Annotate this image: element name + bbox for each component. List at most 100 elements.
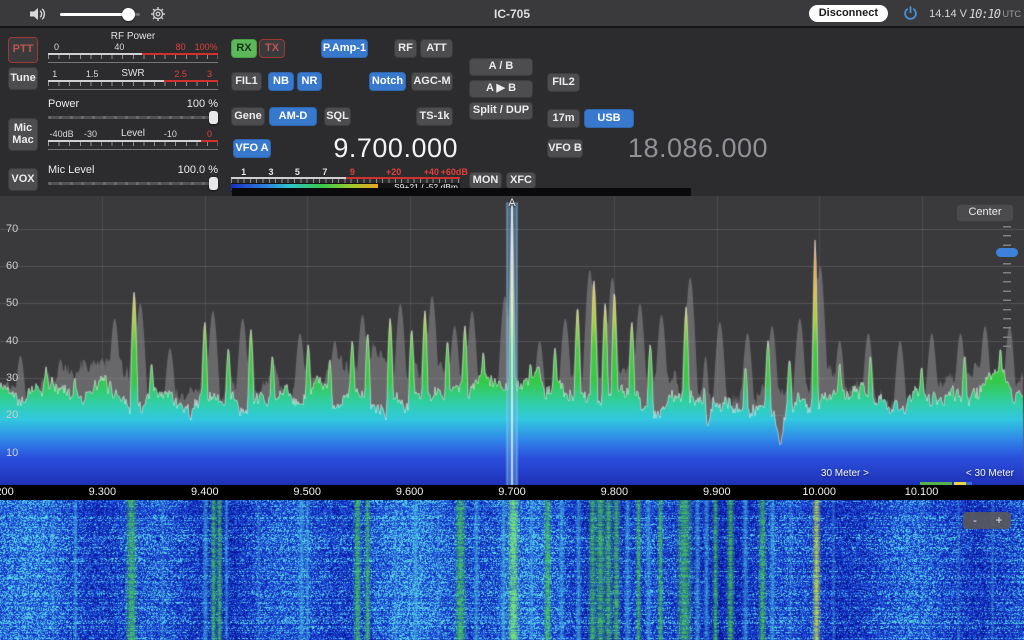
frequency-tick-label: 10.100 — [905, 486, 939, 498]
smeter-scale-labels: 13579+20+40+60dB — [231, 167, 460, 177]
frequency-tick-label: 9.900 — [703, 486, 731, 498]
band-edge-left-label: 30 Meter > — [821, 468, 869, 479]
frequency-tick-label: 10.000 — [802, 486, 836, 498]
mic-level-label: Mic Level — [48, 164, 94, 176]
power-slider[interactable] — [48, 111, 218, 124]
swr-meter-labels: 11.52.53 — [48, 69, 218, 79]
level-meter-labels: -40dB -30 -10 0 — [48, 129, 218, 139]
mode-b-button[interactable]: USB — [584, 109, 634, 128]
spectrum-display: 70605040302010 A Center 30 Meter > < 30 … — [0, 196, 1024, 485]
smeter-scale-label: +40 — [424, 167, 439, 177]
ts-button[interactable]: TS-1k — [416, 107, 453, 126]
tune-button[interactable]: Tune — [8, 67, 38, 90]
frequency-axis[interactable]: 9.2009.3009.4009.5009.6009.7009.8009.900… — [0, 485, 1024, 500]
level-scale-label: -40dB — [50, 129, 74, 139]
rf-power-meter-bar — [48, 62, 218, 63]
split-dup-button[interactable]: Split / DUP — [469, 102, 533, 120]
band-button[interactable]: 17m — [547, 109, 580, 128]
level-scale-label: -10 — [164, 129, 177, 139]
reference-level-slider[interactable] — [994, 226, 1020, 354]
tx-audio-panel: PTT Tune Mic Mac VOX RF Power 04080100% … — [0, 28, 228, 196]
vfo-b-frequency[interactable]: 18.086.000 — [613, 133, 783, 164]
db-tick-label: 50 — [6, 297, 18, 309]
frequency-tick-label: 9.400 — [191, 486, 219, 498]
smeter-scale-label: 3 — [269, 167, 274, 177]
waterfall-canvas[interactable] — [0, 500, 1024, 640]
mic-mac-line2: Mac — [12, 135, 33, 147]
ptt-button[interactable]: PTT — [8, 37, 38, 63]
db-tick-label: 30 — [6, 372, 18, 384]
vfo-a-button[interactable]: VFO A — [233, 139, 271, 158]
rf-power-scale-label: 40 — [114, 42, 124, 52]
smeter-scale-label: 1 — [241, 167, 246, 177]
timezone-label: UTC — [1003, 9, 1022, 19]
sql-button[interactable]: SQL — [324, 107, 351, 126]
mic-level-row: Mic Level 100.0 % — [48, 164, 218, 175]
vfo-b-button[interactable]: VFO B — [547, 139, 583, 158]
power-slider-row: Power 100 % — [48, 98, 218, 109]
rf-power-meter-scale — [48, 53, 218, 60]
gene-button[interactable]: Gene — [231, 107, 265, 126]
waterfall-zoom-out-button[interactable]: - — [963, 512, 987, 529]
band-edge-right-label: < 30 Meter — [966, 468, 1014, 479]
clock-display: 10:10 — [969, 7, 1000, 21]
mic-level-value: 100.0 % — [178, 164, 218, 176]
frequency-tick-label: 9.600 — [396, 486, 424, 498]
frequency-tick-label: 9.700 — [498, 486, 526, 498]
reference-level-knob[interactable] — [996, 248, 1018, 257]
panel-separator — [232, 188, 691, 196]
swr-scale-label: 1 — [52, 69, 57, 79]
rig-control-panel: RX TX P.Amp-1 RF ATT FIL1 NB NR Notch AG… — [228, 28, 1024, 196]
top-toolbar: IC-705 Disconnect 14.14 V 10:10 UTC — [0, 0, 1024, 28]
frequency-tick-label: 9.800 — [601, 486, 629, 498]
rf-button[interactable]: RF — [394, 39, 417, 58]
power-slider-knob[interactable] — [209, 111, 218, 124]
db-tick-label: 10 — [6, 447, 18, 459]
a-to-b-button[interactable]: A ▶ B — [469, 80, 533, 98]
nr-button[interactable]: NR — [297, 72, 322, 91]
notch-button[interactable]: Notch — [369, 72, 406, 91]
swr-meter-bar — [48, 89, 218, 90]
waterfall-zoom-control: - + — [963, 512, 1011, 529]
level-scale-label: -30 — [84, 129, 97, 139]
mic-mac-button[interactable]: Mic Mac — [8, 118, 38, 151]
mode-a-button[interactable]: AM-D — [269, 107, 317, 126]
xfc-button[interactable]: XFC — [506, 172, 536, 189]
vfo-a-frequency[interactable]: 9.700.000 — [268, 133, 458, 164]
smeter-scale-label: 9 — [350, 167, 355, 177]
mic-level-knob[interactable] — [209, 177, 218, 190]
mic-mac-line1: Mic — [14, 123, 32, 135]
fil1-button[interactable]: FIL1 — [231, 72, 262, 91]
mon-button[interactable]: MON — [469, 172, 502, 189]
level-meter-bar — [48, 149, 218, 150]
spectrum-canvas[interactable] — [0, 196, 1024, 485]
vox-button[interactable]: VOX — [8, 168, 38, 191]
db-tick-label: 70 — [6, 223, 18, 235]
preamp-button[interactable]: P.Amp-1 — [321, 39, 368, 58]
mic-level-slider[interactable] — [48, 177, 218, 190]
waterfall-zoom-in-button[interactable]: + — [987, 512, 1011, 529]
frequency-tick-label: 9.200 — [0, 486, 14, 498]
smeter-scale-label: 5 — [295, 167, 300, 177]
disconnect-button[interactable]: Disconnect — [809, 5, 888, 22]
ab-swap-button[interactable]: A / B — [469, 58, 533, 76]
agc-button[interactable]: AGC-M — [411, 72, 453, 91]
fil2-button[interactable]: FIL2 — [547, 73, 580, 92]
rf-power-scale-label: 0 — [54, 42, 59, 52]
reference-level-ticks — [1003, 226, 1011, 354]
att-button[interactable]: ATT — [420, 39, 453, 58]
app-window: IC-705 Disconnect 14.14 V 10:10 UTC PTT … — [0, 0, 1024, 640]
frequency-tick-label: 9.300 — [89, 486, 117, 498]
power-slider-label: Power — [48, 98, 79, 110]
db-tick-label: 60 — [6, 260, 18, 272]
center-button[interactable]: Center — [956, 204, 1014, 222]
smeter-scale-label: +60dB — [441, 167, 468, 177]
nb-button[interactable]: NB — [268, 72, 294, 91]
smeter-scale-label: 7 — [322, 167, 327, 177]
level-scale-label: 0 — [207, 129, 212, 139]
rf-power-meter-labels: 04080100% — [48, 42, 218, 52]
rx-indicator: RX — [231, 39, 257, 58]
smeter-scale-label: +20 — [386, 167, 401, 177]
power-icon[interactable] — [903, 6, 918, 21]
db-tick-label: 20 — [6, 409, 18, 421]
